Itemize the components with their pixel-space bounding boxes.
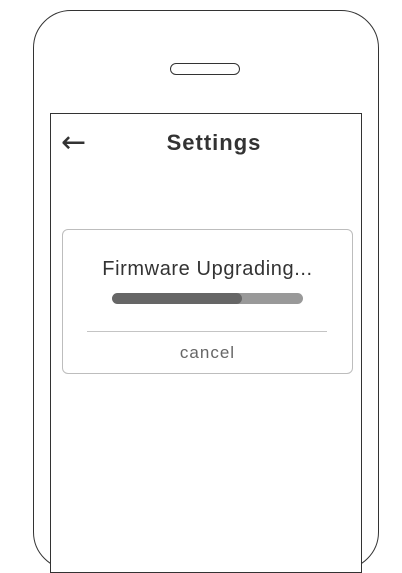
dialog-title: Firmware Upgrading... <box>102 258 313 280</box>
cancel-button[interactable]: cancel <box>63 343 352 363</box>
speaker-slot <box>170 63 240 75</box>
progress-bar <box>112 293 303 304</box>
page-title: Settings <box>166 130 262 155</box>
dialog-divider <box>87 331 327 332</box>
app-screen: ← Settings Firmware Upgrading... cancel <box>50 113 362 573</box>
firmware-upgrade-dialog: Firmware Upgrading... cancel <box>62 229 353 374</box>
phone-frame: ← Settings Firmware Upgrading... cancel <box>33 10 379 573</box>
progress-bar-fill <box>112 293 242 304</box>
